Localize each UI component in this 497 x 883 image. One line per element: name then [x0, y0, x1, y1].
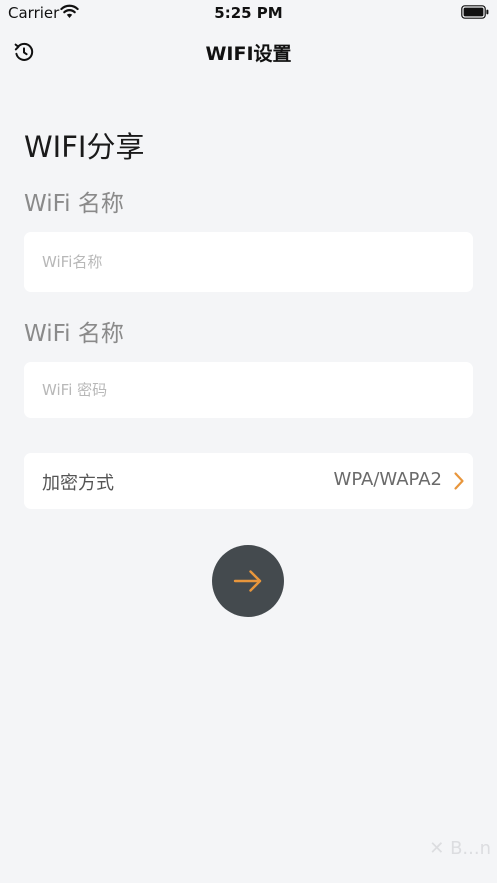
- ssid-field-card: [24, 232, 473, 292]
- password-input[interactable]: [42, 362, 462, 418]
- password-label: WiFi 名称: [24, 321, 124, 347]
- wifi-settings-screen: Carrier 5:25 PM WIFI设置 WIFI分享 WiFi 名称 Wi…: [0, 0, 497, 883]
- navigation-bar: WIFI设置: [0, 30, 497, 74]
- watermark-text: ✕ B...n: [429, 838, 491, 859]
- section-title: WIFI分享: [24, 130, 145, 164]
- battery-icon: [461, 5, 489, 19]
- status-time: 5:25 PM: [214, 4, 283, 22]
- encryption-value: WPA/WAPA2: [333, 469, 442, 490]
- chevron-right-icon: [454, 472, 464, 490]
- ssid-input[interactable]: [42, 232, 462, 292]
- ssid-label: WiFi 名称: [24, 191, 124, 217]
- password-field-card: [24, 362, 473, 418]
- encryption-selector[interactable]: 加密方式 WPA/WAPA2: [24, 453, 473, 509]
- encryption-label: 加密方式: [42, 473, 114, 494]
- next-button[interactable]: [212, 545, 284, 617]
- page-title: WIFI设置: [205, 43, 292, 65]
- arrow-right-icon: [233, 570, 262, 592]
- status-bar: Carrier 5:25 PM: [0, 0, 497, 26]
